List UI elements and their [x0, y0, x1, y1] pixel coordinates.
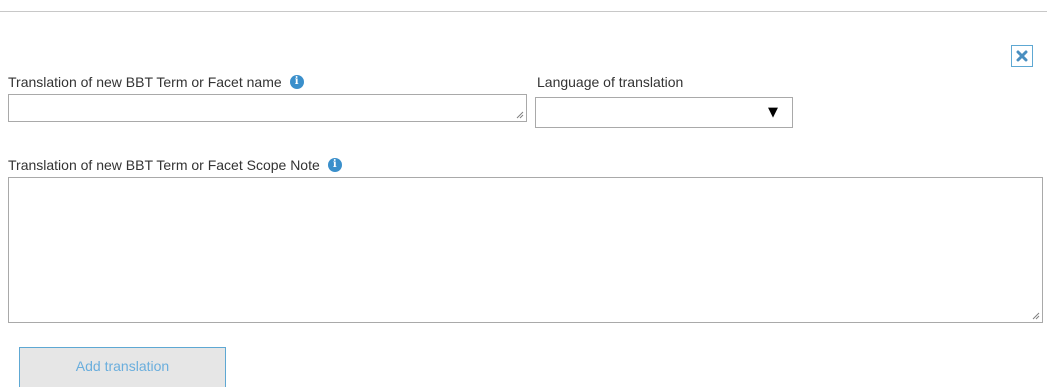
language-select[interactable]: ▼ — [535, 97, 793, 128]
term-name-label: Translation of new BBT Term or Facet nam… — [8, 74, 304, 90]
info-icon[interactable]: i — [289, 75, 304, 89]
top-divider — [0, 11, 1047, 12]
dropdown-arrow-icon: ▼ — [768, 105, 778, 120]
term-name-input[interactable] — [8, 94, 527, 122]
scope-note-textarea[interactable] — [8, 177, 1043, 323]
resize-grip-icon[interactable] — [516, 111, 524, 119]
close-button[interactable] — [1011, 45, 1033, 67]
close-x-icon — [1016, 50, 1028, 62]
scope-note-label: Translation of new BBT Term or Facet Sco… — [8, 157, 342, 173]
term-name-label-text: Translation of new BBT Term or Facet nam… — [8, 74, 282, 90]
resize-grip-icon[interactable] — [1032, 312, 1040, 320]
language-label-text: Language of translation — [537, 74, 684, 90]
scope-note-label-text: Translation of new BBT Term or Facet Sco… — [8, 157, 320, 173]
language-label: Language of translation — [537, 74, 683, 90]
add-translation-button[interactable]: Add translation — [19, 347, 226, 387]
info-icon[interactable]: i — [327, 158, 342, 172]
